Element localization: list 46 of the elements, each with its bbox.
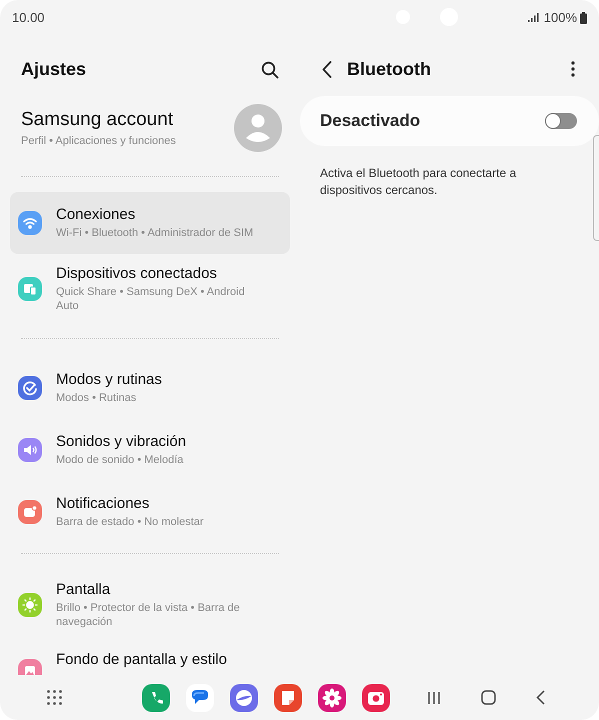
settings-item[interactable]: Fondo de pantalla y estilo: [10, 640, 290, 675]
more-options-icon[interactable]: [571, 61, 575, 77]
back-nav-icon[interactable]: [536, 690, 545, 705]
item-subtitle: Quick Share • Samsung DeX • Android Auto: [56, 285, 246, 313]
settings-item[interactable]: Modos y rutinas Modos • Rutinas: [10, 357, 290, 419]
item-subtitle: Brillo • Protector de la vista • Barra de navegación: [56, 601, 241, 629]
item-title: Pantalla: [56, 581, 112, 598]
item-title: Sonidos y vibración: [56, 433, 186, 450]
signal-icon: [528, 13, 539, 22]
description-text: Activa el Bluetooth para conectarte a dispositivos cercanos.: [320, 165, 518, 199]
item-title: Fondo de pantalla y estilo: [56, 651, 227, 668]
recents-icon[interactable]: [427, 690, 441, 704]
item-title: Dispositivos conectados: [56, 265, 218, 282]
notes-app-icon[interactable]: [274, 684, 302, 712]
settings-item[interactable]: Pantalla Brillo • Protector de la vista • Barra de navegación: [10, 570, 290, 640]
battery-icon: [580, 12, 587, 24]
status-time: 10.00: [12, 10, 45, 25]
settings-item[interactable]: Sonidos y vibración Modo de sonido • Melodía: [10, 419, 290, 481]
gallery-app-icon[interactable]: [318, 684, 346, 712]
item-subtitle: Modo de sonido • Melodía: [56, 453, 184, 467]
item-subtitle: Wi-Fi • Bluetooth • Administrador de SIM: [56, 226, 254, 240]
home-icon[interactable]: [481, 690, 496, 705]
settings-item[interactable]: Notificaciones Barra de estado • No molestar: [10, 481, 290, 543]
switch-label: Desactivado: [320, 111, 420, 131]
settings-item[interactable]: Dispositivos conectados Quick Share • Samsung DeX • Android Auto: [10, 254, 290, 324]
settings-item[interactable]: Conexiones Wi-Fi • Bluetooth • Administrador de SIM: [10, 192, 290, 254]
battery-level: 100%: [544, 10, 577, 25]
item-title: Conexiones: [56, 206, 136, 223]
page-title: Bluetooth: [347, 58, 431, 80]
scroll-handle[interactable]: [593, 135, 599, 241]
item-subtitle: Modos • Rutinas: [56, 391, 138, 405]
bluetooth-switch[interactable]: [545, 113, 577, 129]
camera-app-icon[interactable]: [362, 684, 390, 712]
account-name[interactable]: Samsung account: [21, 108, 234, 130]
app-drawer-icon[interactable]: [47, 690, 62, 705]
item-title: Notificaciones: [56, 495, 150, 512]
messages-app-icon[interactable]: [186, 684, 214, 712]
item-title: Modos y rutinas: [56, 371, 162, 388]
switch-card[interactable]: Desactivado: [300, 96, 599, 146]
settings-title: Ajustes: [21, 59, 86, 80]
back-icon[interactable]: [322, 60, 332, 78]
internet-app-icon[interactable]: [230, 684, 258, 712]
search-icon[interactable]: [261, 60, 279, 78]
item-subtitle: Barra de estado • No molestar: [56, 515, 204, 529]
account-subtitle: Perfil • Aplicaciones y funciones: [21, 134, 177, 148]
phone-app-icon[interactable]: [142, 684, 170, 712]
